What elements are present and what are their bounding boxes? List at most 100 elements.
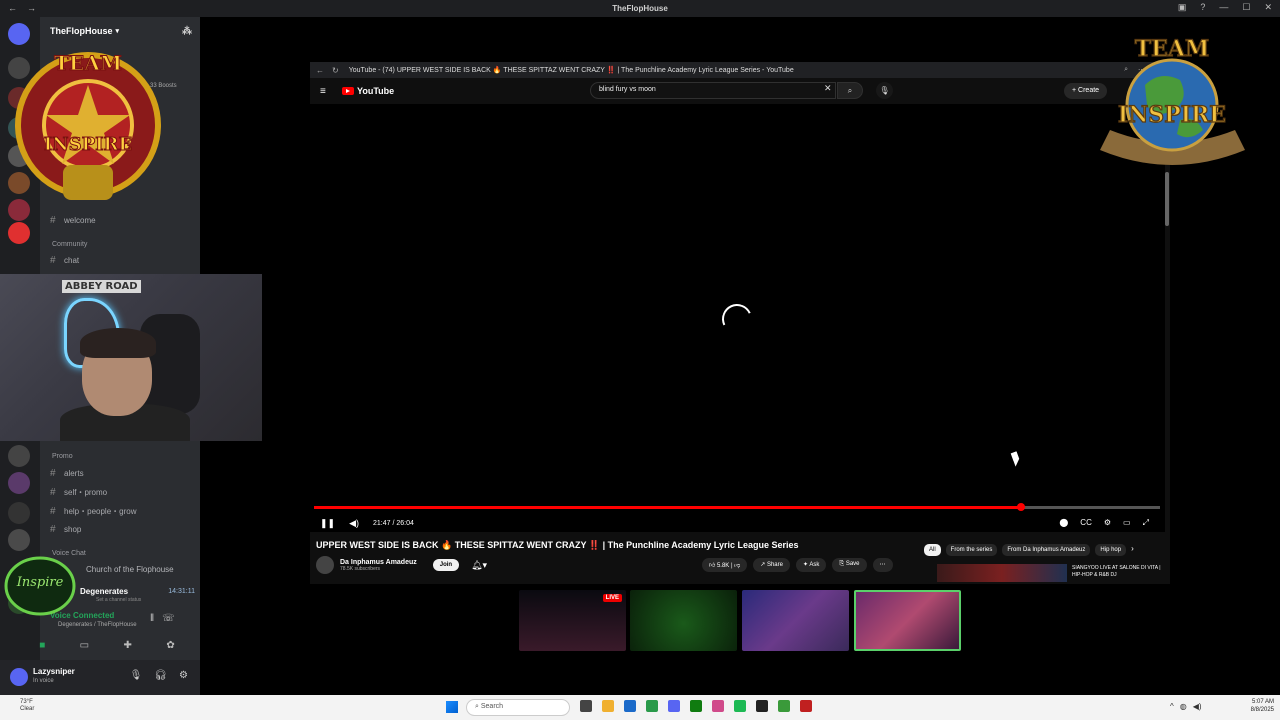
channel-chat[interactable]: # chat	[50, 255, 79, 266]
channel-name[interactable]: Da Inphamus Amadeuz	[340, 559, 417, 566]
server-icon[interactable]	[8, 222, 30, 244]
chevron-right-icon[interactable]: ›	[1131, 544, 1134, 556]
theater-mode-icon[interactable]: ▭	[1123, 518, 1131, 528]
notification-bell-icon[interactable]: 🔔︎▾	[471, 560, 487, 571]
xbox-icon[interactable]	[690, 700, 702, 712]
team-inspire-globe-logo: TEAM INSPIRE	[1100, 35, 1245, 165]
guest-cam-1[interactable]: LIVE	[519, 590, 626, 651]
volume-icon[interactable]: ◀)	[349, 518, 359, 529]
channel-status-prompt[interactable]: Set a channel status	[96, 597, 141, 603]
save-button[interactable]: ⎘ Save	[832, 558, 867, 572]
inbox-icon[interactable]: ▣	[1178, 2, 1187, 13]
progress-bar[interactable]	[314, 503, 1160, 511]
search-button[interactable]: ⌕	[837, 82, 863, 99]
taskbar-clock[interactable]: 5:07 AM 8/8/2025	[1251, 698, 1274, 714]
chip-from-series[interactable]: From the series	[945, 544, 998, 556]
headphones-icon[interactable]: 🎧︎	[154, 670, 167, 681]
recommended-thumbnail[interactable]	[937, 564, 1067, 582]
server-icon[interactable]	[8, 502, 30, 524]
chevron-up-icon[interactable]: ^	[1170, 702, 1174, 711]
voice-controls: ‖ ☏	[150, 613, 175, 624]
search-input[interactable]: blind fury vs moon	[590, 82, 836, 99]
join-button[interactable]: Join	[432, 559, 460, 571]
obs-icon[interactable]	[756, 700, 768, 712]
video-player[interactable]: ❚❚ ◀) 21:47 / 26:04 ⬤ CC ⚙ ▭ ⤢	[310, 104, 1165, 532]
app-icon[interactable]	[778, 700, 790, 712]
guest-cam-2[interactable]	[630, 590, 737, 651]
activities-icon[interactable]: ✚	[124, 640, 132, 651]
weather-widget[interactable]: 73°F Clear	[20, 699, 34, 713]
discord-icon[interactable]	[668, 700, 680, 712]
volume-icon[interactable]: ◀)	[1193, 702, 1202, 711]
add-member-icon[interactable]: ⁂	[182, 26, 192, 37]
progress-scrubber[interactable]	[1017, 503, 1025, 511]
recommended-video[interactable]	[937, 564, 1067, 584]
channel-row: Da Inphamus Amadeuz 78.5K subscribers Jo…	[316, 555, 487, 575]
windows-start-icon[interactable]	[446, 701, 458, 713]
disconnect-icon[interactable]: ☏	[162, 613, 175, 624]
username[interactable]: Lazysniper	[33, 667, 75, 676]
chip-all[interactable]: All	[924, 544, 941, 556]
voice-channel-church[interactable]: Church of the Flophouse	[86, 565, 174, 574]
taskbar-search[interactable]: ⌕ Search	[466, 699, 570, 716]
guest-cam-3[interactable]	[742, 590, 849, 651]
scrollbar[interactable]	[1165, 172, 1169, 226]
autoplay-toggle-icon[interactable]: ⬤	[1059, 518, 1068, 528]
soundboard-icon[interactable]: ✿	[166, 640, 174, 651]
spotify-icon[interactable]	[734, 700, 746, 712]
browser-tab-title: YouTube - (74) UPPER WEST SIDE IS BACK 🔥…	[348, 67, 794, 74]
youtube-logo[interactable]: YouTube	[342, 86, 394, 96]
app-icon[interactable]	[712, 700, 724, 712]
back-arrow-icon[interactable]: ←	[316, 66, 324, 75]
channel-shop[interactable]: # shop	[50, 524, 81, 535]
like-button[interactable]: 👍︎ 5.8K | 👎︎	[702, 558, 748, 572]
chip-hip-hop[interactable]: Hip hop	[1095, 544, 1127, 556]
channel-avatar[interactable]	[316, 556, 334, 574]
app-icon[interactable]	[800, 700, 812, 712]
avatar[interactable]	[10, 668, 28, 686]
channel-alerts[interactable]: # alerts	[50, 468, 84, 479]
server-icon[interactable]	[8, 472, 30, 494]
category-promo[interactable]: Promo	[52, 453, 73, 460]
camera-icon[interactable]: ■	[39, 640, 45, 651]
settings-gear-icon[interactable]: ⚙	[179, 670, 188, 681]
channel-help-people-grow[interactable]: # help・people・grow	[50, 506, 137, 517]
category-community[interactable]: Community	[52, 241, 87, 248]
server-header[interactable]: TheFlopHouse ▾ ⁂	[40, 20, 200, 42]
close-button[interactable]: ✕	[1264, 2, 1272, 13]
more-actions-icon[interactable]: ⋯	[872, 558, 893, 572]
settings-gear-icon[interactable]: ⚙	[1104, 518, 1111, 528]
server-icon[interactable]	[8, 445, 30, 467]
server-icon[interactable]	[8, 529, 30, 551]
refresh-icon[interactable]: ↻	[332, 66, 339, 75]
channel-welcome[interactable]: # welcome	[50, 215, 96, 226]
voice-channel-degenerates[interactable]: Degenerates 14:31:11	[80, 584, 195, 598]
subtitles-icon[interactable]: CC	[1080, 518, 1092, 528]
svg-text:TEAM: TEAM	[1135, 36, 1210, 62]
pause-icon[interactable]: ❚❚	[320, 518, 335, 529]
recommended-title[interactable]: SIANGYOO LIVE AT SALONE DI VITA | HIP-HO…	[1072, 565, 1162, 579]
microphone-icon[interactable]: 🎙︎	[130, 670, 143, 681]
maximize-button[interactable]: ☐	[1242, 2, 1250, 13]
noise-suppression-icon[interactable]: ‖	[150, 613, 154, 624]
task-view-icon[interactable]	[580, 700, 592, 712]
steam-icon[interactable]	[624, 700, 636, 712]
fullscreen-icon[interactable]: ⤢	[1143, 518, 1149, 528]
user-status: In voice	[33, 678, 54, 684]
minimize-button[interactable]: —	[1219, 2, 1228, 13]
search-icon: ⌕	[847, 86, 853, 95]
chip-from-channel[interactable]: From Da Inphamus Amadeuz	[1002, 544, 1091, 556]
channel-self-promo[interactable]: # self・promo	[50, 487, 107, 498]
clear-search-icon[interactable]: ✕	[824, 83, 832, 94]
ask-button[interactable]: ✦ Ask	[795, 558, 827, 572]
chrome-icon[interactable]	[646, 700, 658, 712]
help-icon[interactable]: ?	[1200, 2, 1205, 13]
guest-cam-4[interactable]	[854, 590, 961, 651]
file-explorer-icon[interactable]	[602, 700, 614, 712]
window-controls: ▣ ? — ☐ ✕	[1178, 2, 1272, 13]
share-button[interactable]: ↗ Share	[753, 558, 790, 572]
screen-share-icon[interactable]: ▭	[80, 640, 89, 651]
hamburger-menu-icon[interactable]: ≡	[320, 86, 326, 97]
voice-search-icon[interactable]: 🎙︎	[876, 82, 893, 99]
network-icon[interactable]: ◍	[1180, 702, 1187, 711]
